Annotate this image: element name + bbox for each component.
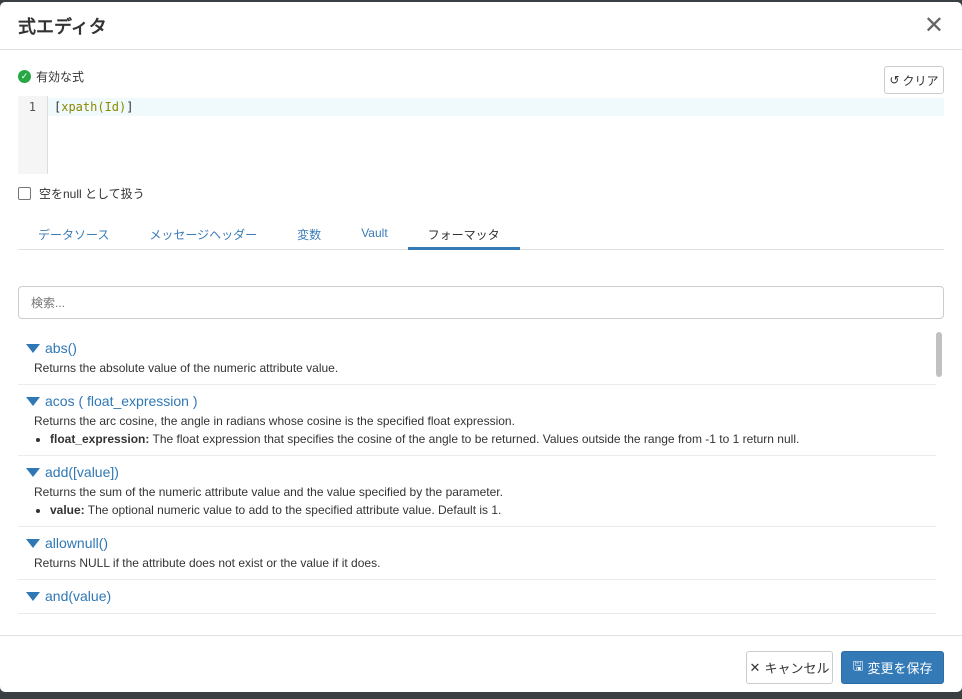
close-icon[interactable]: ✕ <box>924 13 944 38</box>
save-changes-button[interactable]: 🖫 変更を保存 <box>841 651 944 684</box>
parameter-description: The optional numeric value to add to the… <box>84 503 502 517</box>
function-name[interactable]: acos ( float_expression ) <box>26 393 928 409</box>
function-name[interactable]: add([value]) <box>26 464 928 480</box>
clear-button[interactable]: ↺ クリア <box>884 66 944 94</box>
function-name-text: acos ( float_expression ) <box>45 393 198 409</box>
tab-datasource[interactable]: データソース <box>18 220 129 250</box>
function-name-text: and(value) <box>45 588 112 604</box>
filter-icon <box>26 467 40 477</box>
floppy-disk-icon: 🖫 <box>852 657 864 673</box>
function-name[interactable]: and(value) <box>26 588 928 604</box>
function-name[interactable]: allownull() <box>26 535 928 551</box>
expression-code-editor[interactable]: 1 [xpath(Id)] <box>18 96 944 174</box>
line-number: 1 <box>28 100 36 114</box>
filter-icon <box>26 538 40 548</box>
tab-formatter[interactable]: フォーマッタ <box>407 220 520 250</box>
active-line <box>48 98 944 116</box>
treat-empty-as-null[interactable]: 空をnull として扱う <box>18 185 145 202</box>
dialog-title: 式エディタ <box>18 16 107 37</box>
list-item: abs() Returns the absolute value of the … <box>18 332 936 385</box>
description-text: Returns the sum of the numeric attribute… <box>34 485 503 499</box>
list-item: add([value]) Returns the sum of the nume… <box>18 456 936 527</box>
cancel-label: キャンセル <box>764 661 830 676</box>
check-circle-icon: ✓ <box>18 70 31 83</box>
list-item: acos ( float_expression ) Returns the ar… <box>18 385 936 456</box>
parameter-item: float_expression: The float expression t… <box>50 432 928 446</box>
filter-icon <box>26 396 40 406</box>
list-item: allownull() Returns NULL if the attribut… <box>18 527 936 580</box>
parameter-name: float_expression: <box>50 432 150 446</box>
clear-label: クリア <box>902 73 939 88</box>
function-name-text: add([value]) <box>45 464 119 480</box>
description-text: Returns the arc cosine, the angle in rad… <box>34 414 515 428</box>
null-checkbox-label: 空をnull として扱う <box>39 187 145 201</box>
validation-status: ✓ 有効な式 <box>18 68 84 85</box>
list-scrollbar[interactable] <box>936 332 942 377</box>
parameter-name: value: <box>50 503 85 517</box>
function-name[interactable]: abs() <box>26 340 928 356</box>
function-description: Returns the absolute value of the numeri… <box>34 361 339 375</box>
code-line: [xpath(Id)] <box>54 100 134 114</box>
dialog-footer: ✕ キャンセル 🖫 変更を保存 <box>0 635 962 692</box>
code-function: xpath(Id) <box>61 100 127 114</box>
list-item: and(value) <box>18 580 936 614</box>
function-name-text: abs() <box>45 340 77 356</box>
function-description: Returns the arc cosine, the angle in rad… <box>34 414 928 446</box>
function-description: Returns the sum of the numeric attribute… <box>34 485 928 517</box>
filter-icon <box>26 343 40 353</box>
undo-icon: ↺ <box>889 73 900 87</box>
tab-message-header[interactable]: メッセージヘッダー <box>129 220 277 250</box>
tab-vault[interactable]: Vault <box>341 220 407 250</box>
function-list: abs() Returns the absolute value of the … <box>18 332 936 634</box>
save-label: 変更を保存 <box>867 661 933 676</box>
function-description: Returns NULL if the attribute does not e… <box>34 556 381 570</box>
parameter-item: value: The optional numeric value to add… <box>50 503 928 517</box>
x-icon: ✕ <box>749 659 761 675</box>
search-input[interactable] <box>18 286 944 319</box>
filter-icon <box>26 591 40 601</box>
tab-bar: データソース メッセージヘッダー 変数 Vault フォーマッタ <box>18 220 944 250</box>
tab-variables[interactable]: 変数 <box>277 220 341 250</box>
function-name-text: allownull() <box>45 535 109 551</box>
parameter-description: The float expression that specifies the … <box>149 432 800 446</box>
null-checkbox[interactable] <box>18 187 31 200</box>
expression-editor-dialog: 式エディタ ✕ ✓ 有効な式 ↺ クリア 1 [xpath(Id)] 空をnul… <box>0 2 962 692</box>
validation-label: 有効な式 <box>36 70 85 84</box>
line-gutter: 1 <box>18 96 48 174</box>
dialog-header: 式エディタ ✕ <box>0 2 962 50</box>
cancel-button[interactable]: ✕ キャンセル <box>746 651 833 684</box>
bracket-close: ] <box>126 100 134 114</box>
